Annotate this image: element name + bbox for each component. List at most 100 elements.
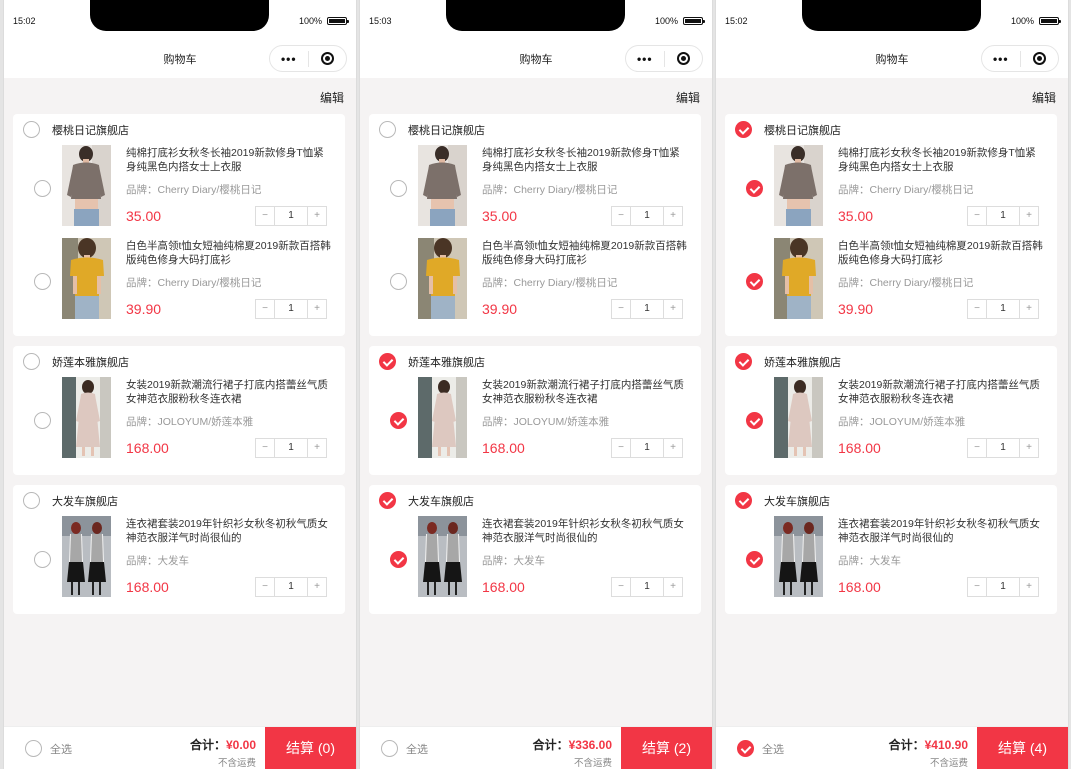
increase-button[interactable]: + [308, 439, 326, 457]
quantity-value[interactable]: 1 [630, 207, 664, 225]
item-checkbox[interactable] [746, 551, 763, 568]
increase-button[interactable]: + [308, 578, 326, 596]
product-image[interactable] [62, 377, 111, 458]
shop-name[interactable]: 大发车旗舰店 [52, 493, 118, 509]
increase-button[interactable]: + [1020, 578, 1038, 596]
item-checkbox[interactable] [34, 180, 51, 197]
quantity-value[interactable]: 1 [630, 439, 664, 457]
decrease-button[interactable]: − [612, 300, 630, 318]
product-name[interactable]: 连衣裙套装2019年针织衫女秋冬初秋气质女神范衣服洋气时尚很仙的 [838, 517, 1043, 545]
increase-button[interactable]: + [664, 578, 682, 596]
decrease-button[interactable]: − [612, 207, 630, 225]
quantity-value[interactable]: 1 [630, 578, 664, 596]
shop-name[interactable]: 娇莲本雅旗舰店 [764, 354, 841, 370]
product-image[interactable] [418, 377, 467, 458]
shop-name[interactable]: 樱桃日记旗舰店 [764, 122, 841, 138]
quantity-value[interactable]: 1 [986, 578, 1020, 596]
product-name[interactable]: 女装2019新款潮流行裙子打底内搭蕾丝气质女神范衣服粉秋冬连衣裙 [482, 378, 687, 406]
product-image[interactable] [774, 377, 823, 458]
more-menu-icon[interactable]: ••• [270, 52, 308, 66]
shop-name[interactable]: 大发车旗舰店 [408, 493, 474, 509]
quantity-value[interactable]: 1 [986, 300, 1020, 318]
select-all-checkbox[interactable] [25, 740, 42, 757]
item-checkbox[interactable] [746, 180, 763, 197]
product-name[interactable]: 纯棉打底衫女秋冬长袖2019新款修身T恤紧身纯黑色内搭女士上衣服 [482, 146, 687, 174]
shop-checkbox[interactable] [379, 121, 396, 138]
product-name[interactable]: 纯棉打底衫女秋冬长袖2019新款修身T恤紧身纯黑色内搭女士上衣服 [126, 146, 331, 174]
select-all-checkbox[interactable] [381, 740, 398, 757]
decrease-button[interactable]: − [256, 439, 274, 457]
item-checkbox[interactable] [390, 551, 407, 568]
close-mini-program-button[interactable] [1021, 52, 1059, 65]
quantity-value[interactable]: 1 [274, 578, 308, 596]
increase-button[interactable]: + [308, 300, 326, 318]
edit-button[interactable]: 编辑 [1032, 89, 1056, 106]
decrease-button[interactable]: − [968, 207, 986, 225]
shop-checkbox[interactable] [735, 121, 752, 138]
increase-button[interactable]: + [1020, 439, 1038, 457]
select-all[interactable]: 全选 [25, 740, 72, 757]
product-image[interactable] [774, 145, 823, 226]
shop-checkbox[interactable] [23, 121, 40, 138]
item-checkbox[interactable] [746, 273, 763, 290]
product-name[interactable]: 女装2019新款潮流行裙子打底内搭蕾丝气质女神范衣服粉秋冬连衣裙 [126, 378, 331, 406]
product-image[interactable] [418, 145, 467, 226]
decrease-button[interactable]: − [968, 300, 986, 318]
increase-button[interactable]: + [308, 207, 326, 225]
increase-button[interactable]: + [1020, 300, 1038, 318]
shop-checkbox[interactable] [735, 353, 752, 370]
checkout-button[interactable]: 结算 (4) [977, 727, 1068, 769]
close-mini-program-button[interactable] [309, 52, 347, 65]
select-all[interactable]: 全选 [737, 740, 784, 757]
product-image[interactable] [774, 238, 823, 319]
decrease-button[interactable]: − [968, 578, 986, 596]
increase-button[interactable]: + [664, 439, 682, 457]
decrease-button[interactable]: − [256, 300, 274, 318]
increase-button[interactable]: + [664, 207, 682, 225]
shop-checkbox[interactable] [23, 353, 40, 370]
item-checkbox[interactable] [390, 412, 407, 429]
select-all[interactable]: 全选 [381, 740, 428, 757]
increase-button[interactable]: + [664, 300, 682, 318]
product-image[interactable] [62, 145, 111, 226]
item-checkbox[interactable] [390, 180, 407, 197]
product-name[interactable]: 女装2019新款潮流行裙子打底内搭蕾丝气质女神范衣服粉秋冬连衣裙 [838, 378, 1043, 406]
shop-checkbox[interactable] [379, 353, 396, 370]
product-name[interactable]: 连衣裙套装2019年针织衫女秋冬初秋气质女神范衣服洋气时尚很仙的 [482, 517, 687, 545]
product-image[interactable] [418, 516, 467, 597]
shop-name[interactable]: 樱桃日记旗舰店 [408, 122, 485, 138]
decrease-button[interactable]: − [256, 207, 274, 225]
shop-checkbox[interactable] [379, 492, 396, 509]
decrease-button[interactable]: − [256, 578, 274, 596]
edit-button[interactable]: 编辑 [320, 89, 344, 106]
item-checkbox[interactable] [34, 412, 51, 429]
product-name[interactable]: 连衣裙套装2019年针织衫女秋冬初秋气质女神范衣服洋气时尚很仙的 [126, 517, 331, 545]
item-checkbox[interactable] [390, 273, 407, 290]
increase-button[interactable]: + [1020, 207, 1038, 225]
product-name[interactable]: 白色半高领t恤女短袖纯棉夏2019新款百搭韩版纯色修身大码打底衫 [482, 239, 687, 267]
product-name[interactable]: 白色半高领t恤女短袖纯棉夏2019新款百搭韩版纯色修身大码打底衫 [126, 239, 331, 267]
shop-name[interactable]: 娇莲本雅旗舰店 [408, 354, 485, 370]
shop-name[interactable]: 娇莲本雅旗舰店 [52, 354, 129, 370]
product-image[interactable] [774, 516, 823, 597]
shop-checkbox[interactable] [735, 492, 752, 509]
quantity-value[interactable]: 1 [274, 439, 308, 457]
checkout-button[interactable]: 结算 (0) [265, 727, 356, 769]
shop-checkbox[interactable] [23, 492, 40, 509]
item-checkbox[interactable] [34, 551, 51, 568]
product-name[interactable]: 白色半高领t恤女短袖纯棉夏2019新款百搭韩版纯色修身大码打底衫 [838, 239, 1043, 267]
product-image[interactable] [62, 516, 111, 597]
edit-button[interactable]: 编辑 [676, 89, 700, 106]
more-menu-icon[interactable]: ••• [982, 52, 1020, 66]
item-checkbox[interactable] [746, 412, 763, 429]
product-image[interactable] [418, 238, 467, 319]
quantity-value[interactable]: 1 [274, 300, 308, 318]
decrease-button[interactable]: − [612, 439, 630, 457]
product-image[interactable] [62, 238, 111, 319]
decrease-button[interactable]: − [612, 578, 630, 596]
decrease-button[interactable]: − [968, 439, 986, 457]
checkout-button[interactable]: 结算 (2) [621, 727, 712, 769]
quantity-value[interactable]: 1 [274, 207, 308, 225]
shop-name[interactable]: 大发车旗舰店 [764, 493, 830, 509]
product-name[interactable]: 纯棉打底衫女秋冬长袖2019新款修身T恤紧身纯黑色内搭女士上衣服 [838, 146, 1043, 174]
